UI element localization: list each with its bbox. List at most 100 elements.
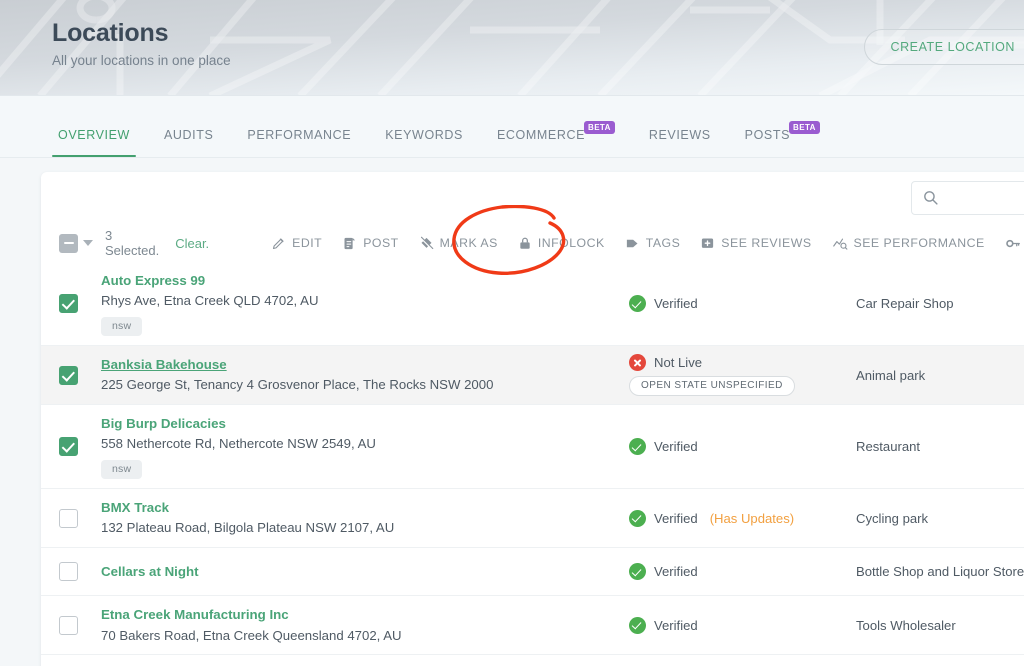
status-line: Verified [629,295,856,313]
chevron-down-icon[interactable] [83,240,93,246]
table-row[interactable]: Feel Better Today430 Ocean Dr, Laurieton… [41,655,1024,666]
location-address: Rhys Ave, Etna Creek QLD 4702, AU [101,293,319,309]
tag-icon [625,236,640,251]
location-name-link[interactable]: BMX Track [101,498,629,517]
table-row[interactable]: BMX Track 132 Plateau Road, Bilgola Plate… [41,489,1024,549]
beta-badge: BETA [789,120,820,134]
row-checkbox-cell [59,508,101,528]
location-tag-pill[interactable]: nsw [101,317,143,337]
card-toolbar-top [41,172,1024,224]
toolbar-action-label: INFOLOCK [537,236,605,250]
category-label: Tools Wholesaler [856,617,956,633]
location-tag-pill[interactable]: nsw [101,460,143,480]
tag-slash-icon [419,236,434,251]
toolbar-tags-button[interactable]: TAGS [615,232,691,255]
location-info-cell: Feel Better Today430 Ocean Dr, Laurieton… [101,655,629,666]
toolbar-action-label: EDIT [292,236,323,250]
toolbar-action-label: TAGS [645,236,681,250]
location-address: 225 George St, Tenancy 4 Grosvenor Place… [101,377,494,393]
status-cell: Not Live OPEN STATE UNSPECIFIED [629,348,856,402]
key-icon [1005,236,1021,251]
tab-performance[interactable]: PERFORMANCE [230,128,368,157]
status-cell: Verified [629,611,856,640]
category-label: Car Repair Shop [856,296,954,312]
toolbar-see-performance-button[interactable]: SEE PERFORMANCE [822,232,995,255]
table-row[interactable]: Cellars at Night Verified Bottle Shop and … [41,548,1024,597]
status-label: Verified [654,564,698,580]
row-checkbox-checked[interactable] [59,365,78,385]
table-row[interactable]: Etna Creek Manufacturing Inc 70 Bakers Ro… [41,596,1024,656]
tab-label: AUDITS [163,128,214,142]
tab-label: REVIEWS [648,128,711,142]
status-line: Not Live [629,354,856,372]
tab-overview[interactable]: OVERVIEW [41,128,147,157]
tab-label: ECOMMERCE [496,128,586,142]
table-row[interactable]: Banksia Bakehouse 225 George St, Tenancy … [41,346,1024,406]
tab-audits[interactable]: AUDITS [147,128,230,157]
location-name-link[interactable]: Banksia Bakehouse [101,355,629,374]
status-line: Verified (Has Updates) [629,509,856,527]
row-checkbox-cell [59,437,101,457]
toolbar-see-keywords-button[interactable]: SEE KEYWORDS [995,232,1024,255]
clear-selection-link[interactable]: Clear. [175,236,209,251]
toolbar-edit-button[interactable]: EDIT [261,232,332,255]
bulk-action-toolbar: 3 Selected. Clear. EDIT POST MARK AS INFOLO… [41,205,1024,275]
row-checkbox-cell [59,294,101,314]
toolbar-actions: EDIT POST MARK AS INFOLOCK TAGS SEE REVIEWS SE… [261,232,1024,255]
status-cell: Verified [629,557,856,586]
toolbar-post-button[interactable]: POST [332,232,408,255]
location-info-cell: BMX Track 132 Plateau Road, Bilgola Plate… [101,489,629,547]
location-name-link[interactable]: Etna Creek Manufacturing Inc [101,605,629,624]
tab-keywords[interactable]: KEYWORDS [368,128,480,157]
status-line: Verified [629,563,856,581]
row-checkbox-checked[interactable] [59,437,78,457]
row-checkbox-checked[interactable] [59,294,78,314]
locations-card: 3 Selected. Clear. EDIT POST MARK AS INFOLO… [41,172,1024,666]
open-state-badge: OPEN STATE UNSPECIFIED [629,376,795,397]
toolbar-action-label: MARK AS [439,236,498,250]
tab-ecommerce[interactable]: ECOMMERCEBETA [480,120,632,157]
toolbar-infolock-button[interactable]: INFOLOCK [508,232,615,255]
post-add-icon [342,236,357,251]
toolbar-see-reviews-button[interactable]: SEE REVIEWS [690,232,821,255]
location-name-link[interactable]: Big Burp Delicacies [101,414,629,433]
select-all-dropdown[interactable] [59,233,93,253]
status-line: Verified [629,616,856,634]
status-cell: Verified [629,432,856,461]
location-name-link[interactable]: Cellars at Night [101,562,629,581]
status-cell: Verified [629,289,856,318]
tab-label: PERFORMANCE [247,128,352,142]
status-cell: Verified (Has Updates) [629,504,856,533]
row-checkbox[interactable] [59,562,78,582]
row-checkbox[interactable] [59,508,78,528]
status-line: Verified [629,438,856,456]
location-info-cell: Cellars at Night [101,553,629,590]
tab-bar: OVERVIEW AUDITS PERFORMANCE KEYWORDS ECOMMER… [0,96,1024,158]
status-label: Verified [654,439,698,455]
table-row[interactable]: Auto Express 99 Rhys Ave, Etna Creek QLD … [41,262,1024,347]
verified-check-icon [629,295,646,313]
row-checkbox[interactable] [59,615,78,635]
verified-check-icon [629,509,646,527]
tab-label: OVERVIEW [58,128,130,142]
tab-posts[interactable]: POSTSBETA [728,120,837,157]
pencil-icon [271,236,286,251]
verified-check-icon [629,563,646,581]
create-location-button[interactable]: CREATE LOCATION [863,29,1024,65]
tab-reviews[interactable]: REVIEWS [632,128,728,157]
location-address: 70 Bakers Road, Etna Creek Queensland 47… [101,627,402,643]
category-label: Bottle Shop and Liquor Store [856,564,1024,580]
toolbar-mark-as-button[interactable]: MARK AS [409,232,508,255]
location-name-link[interactable]: Auto Express 99 [101,271,629,290]
location-info-cell: Banksia Bakehouse 225 George St, Tenancy … [101,346,629,404]
location-info-cell: Etna Creek Manufacturing Inc 70 Bakers Ro… [101,596,629,654]
table-row[interactable]: Big Burp Delicacies 558 Nethercote Rd, Ne… [41,405,1024,490]
search-icon [924,191,938,205]
status-label: Verified [654,510,698,526]
selected-count-label: 3 Selected. [105,228,160,258]
select-all-checkbox-indeterminate[interactable] [59,233,78,253]
verified-check-icon [629,438,646,456]
not-live-error-icon [629,354,646,372]
location-info-cell: Big Burp Delicacies 558 Nethercote Rd, Ne… [101,405,629,488]
row-checkbox-cell [59,562,101,582]
